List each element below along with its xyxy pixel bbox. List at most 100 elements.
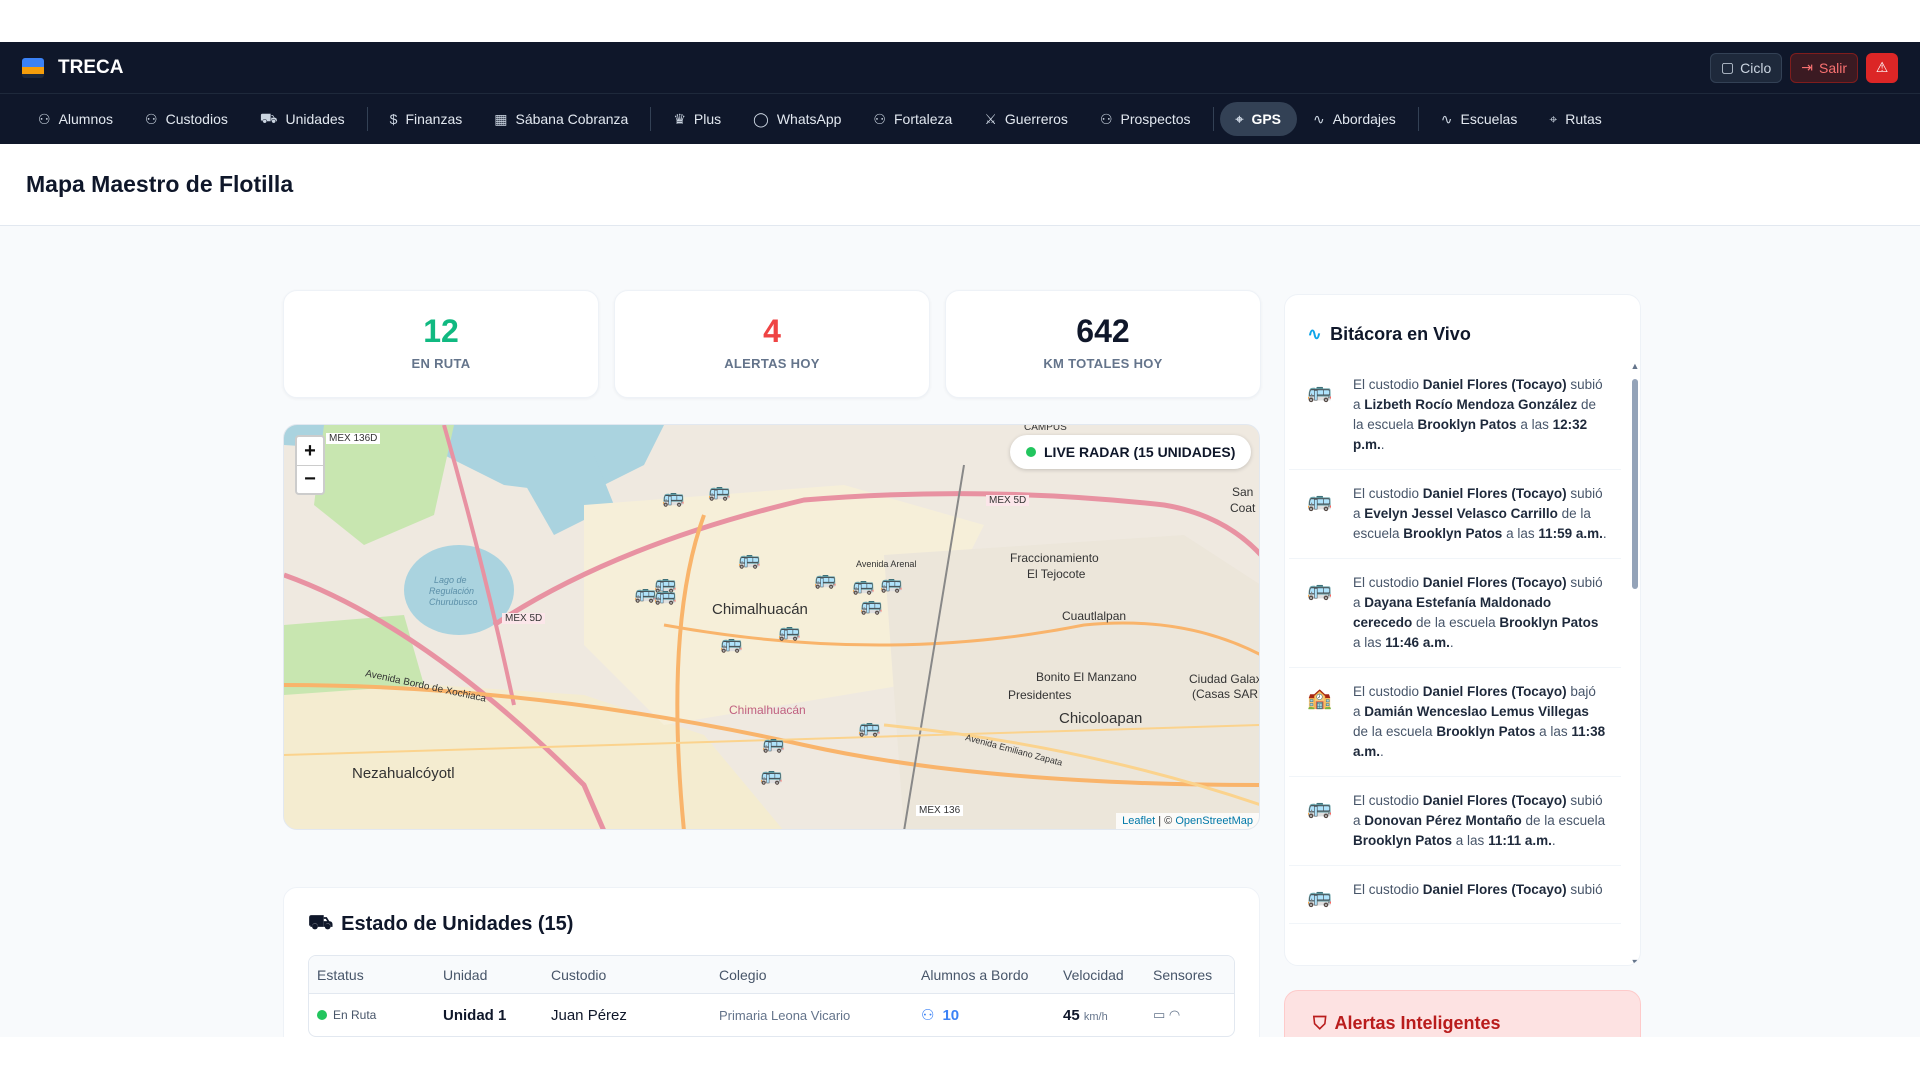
speed-cell: 45 km/h bbox=[1063, 1007, 1153, 1024]
bus-marker-icon[interactable]: 🚌 bbox=[738, 549, 760, 570]
log-part: de la escuela bbox=[1353, 724, 1437, 739]
zoom-in-button[interactable]: + bbox=[297, 437, 323, 465]
nav-sabana-cobranza[interactable]: ▦ Sábana Cobranza bbox=[478, 102, 644, 136]
nav-label: Plus bbox=[693, 111, 722, 127]
zoom-out-button[interactable]: − bbox=[297, 465, 323, 493]
bitacora-scrollbar[interactable]: ▲ ▼ bbox=[1630, 361, 1640, 965]
nav-alumnos[interactable]: ⚇ Alumnos bbox=[22, 102, 129, 136]
column-header[interactable]: Custodio bbox=[551, 967, 719, 983]
bus-marker-icon[interactable]: 🚌 bbox=[720, 633, 742, 654]
nav-label: Rutas bbox=[1565, 111, 1602, 127]
activity-icon: ∿ bbox=[1313, 110, 1325, 127]
bitacora-header: ∿ Bitácora en Vivo bbox=[1285, 295, 1640, 353]
fleet-map[interactable]: Chimalhuacán Chimalhuacán Nezahualcóyotl… bbox=[283, 424, 1260, 830]
nav-escuelas[interactable]: ∿ Escuelas bbox=[1425, 102, 1534, 136]
nav-guerreros[interactable]: ⚔ Guerreros bbox=[968, 102, 1084, 136]
brand[interactable]: TRECA bbox=[22, 57, 123, 79]
map-label: (Casas SARE bbox=[1192, 687, 1260, 701]
nav-finanzas[interactable]: $ Finanzas bbox=[374, 102, 479, 136]
bus-marker-icon[interactable]: 🚌 bbox=[858, 717, 880, 738]
nav-rutas[interactable]: ⌖ Rutas bbox=[1533, 102, 1617, 136]
scroll-thumb[interactable] bbox=[1632, 379, 1638, 589]
nav-label: WhatsApp bbox=[776, 111, 842, 127]
salir-button[interactable]: ⇥ Salir bbox=[1790, 52, 1858, 83]
logout-icon: ⇥ bbox=[1801, 59, 1813, 75]
map-label: Chimalhuacán bbox=[729, 703, 806, 717]
bus-marker-icon[interactable]: 🚌 bbox=[860, 595, 882, 616]
bitacora-list[interactable]: 🚌 El custodio Daniel Flores (Tocayo) sub… bbox=[1285, 361, 1625, 965]
ciclo-button[interactable]: ▢ Ciclo bbox=[1709, 52, 1783, 83]
nav-whatsapp[interactable]: ◯ WhatsApp bbox=[737, 102, 857, 136]
chat-icon: ◯ bbox=[753, 110, 769, 127]
column-header[interactable]: Velocidad bbox=[1063, 967, 1153, 983]
highway-label: MEX 136 bbox=[916, 805, 964, 816]
users-icon: ⚇ bbox=[38, 110, 51, 127]
bus-marker-icon[interactable]: 🚌 bbox=[662, 487, 684, 508]
top-margin bbox=[0, 0, 1920, 42]
log-custodio: Daniel Flores (Tocayo) bbox=[1422, 684, 1567, 699]
status-cell: En Ruta bbox=[309, 1008, 443, 1022]
nav-unidades[interactable]: ⛟ Unidades bbox=[244, 102, 361, 136]
bus-marker-icon[interactable]: 🚌 bbox=[654, 585, 676, 606]
stat-value: 4 bbox=[763, 313, 781, 349]
map-label: Coat bbox=[1230, 501, 1256, 515]
bus-marker-icon[interactable]: 🚌 bbox=[778, 621, 800, 642]
scroll-up-icon[interactable]: ▲ bbox=[1630, 361, 1640, 371]
column-header[interactable]: Sensores bbox=[1153, 967, 1234, 983]
bus-icon: 🚌 bbox=[1307, 381, 1332, 403]
map-label: Avenida Arenal bbox=[856, 559, 917, 569]
school-icon: 🏫 bbox=[1307, 688, 1332, 710]
pin-icon: ⌖ bbox=[1549, 110, 1558, 127]
bus-icon: 🚌 bbox=[1307, 797, 1332, 819]
column-header[interactable]: Estatus bbox=[309, 967, 443, 983]
log-part: a las bbox=[1353, 635, 1386, 650]
bus-marker-icon[interactable]: 🚌 bbox=[708, 481, 730, 502]
leaflet-link[interactable]: Leaflet bbox=[1122, 815, 1155, 827]
bus-marker-icon[interactable]: 🚌 bbox=[762, 733, 784, 754]
log-escuela: Brooklyn Patos bbox=[1403, 526, 1503, 541]
log-part: subió bbox=[1566, 882, 1603, 897]
nav-plus[interactable]: ♛ Plus bbox=[657, 102, 737, 136]
column-header[interactable]: Colegio bbox=[719, 967, 921, 983]
column-header[interactable]: Unidad bbox=[443, 967, 551, 983]
nav-divider bbox=[1212, 107, 1214, 131]
bus-logo-icon bbox=[22, 57, 44, 78]
camera-icon: ▭ bbox=[1153, 1007, 1166, 1022]
nav-prospectos[interactable]: ⚇ Prospectos bbox=[1084, 102, 1207, 136]
activity-icon: ∿ bbox=[1440, 110, 1453, 127]
map-label: Lago de bbox=[434, 575, 467, 585]
zoom-control: + − bbox=[295, 435, 325, 495]
nav-label: Abordajes bbox=[1332, 111, 1396, 127]
unit-cell: Unidad 1 bbox=[443, 1006, 507, 1024]
table-row[interactable]: En Ruta Unidad 1 Juan Pérez Primaria Leo… bbox=[309, 994, 1234, 1036]
nav-label: Fortaleza bbox=[893, 111, 953, 127]
nav-fortaleza[interactable]: ⚇ Fortaleza bbox=[857, 102, 968, 136]
bus-marker-icon[interactable]: 🚌 bbox=[880, 573, 902, 594]
ciclo-label: Ciclo bbox=[1740, 59, 1772, 76]
alert-button[interactable]: ⚠ bbox=[1866, 52, 1898, 83]
live-dot-icon bbox=[1026, 447, 1036, 457]
log-part: a las bbox=[1535, 724, 1572, 739]
nav-custodios[interactable]: ⚇ Custodios bbox=[129, 102, 244, 136]
main-nav: ⚇ Alumnos ⚇ Custodios ⛟ Unidades $ Finanzas … bbox=[0, 94, 1920, 144]
car-icon: ⛟ bbox=[308, 912, 334, 934]
osm-link[interactable]: OpenStreetMap bbox=[1175, 815, 1253, 827]
bus-marker-icon[interactable]: 🚌 bbox=[852, 575, 874, 596]
nav-label: Alumnos bbox=[58, 111, 114, 127]
column-header[interactable]: Alumnos a Bordo bbox=[921, 967, 1063, 983]
log-entry: 🏫 El custodio Daniel Flores (Tocayo) baj… bbox=[1289, 668, 1621, 777]
nav-abordajes[interactable]: ∿ Abordajes bbox=[1297, 102, 1412, 136]
nav-gps[interactable]: ⌖ GPS bbox=[1219, 102, 1298, 136]
map-label: Bonito El Manzano bbox=[1036, 670, 1137, 684]
map-label: Ciudad Galax bbox=[1189, 672, 1260, 686]
nav-label: Unidades bbox=[285, 111, 345, 127]
users-icon: ⚇ bbox=[921, 1007, 935, 1024]
map-attribution: Leaflet | © OpenStreetMap bbox=[1116, 813, 1259, 829]
scroll-down-icon[interactable]: ▼ bbox=[1630, 957, 1640, 965]
bus-marker-icon[interactable]: 🚌 bbox=[760, 765, 782, 786]
log-entry: 🚌 El custodio Daniel Flores (Tocayo) sub… bbox=[1289, 866, 1621, 924]
log-part: a las bbox=[1502, 526, 1539, 541]
bus-marker-icon[interactable]: 🚌 bbox=[814, 569, 836, 590]
highway-label: MEX 5D bbox=[502, 613, 546, 624]
log-custodio: Daniel Flores (Tocayo) bbox=[1422, 793, 1567, 808]
